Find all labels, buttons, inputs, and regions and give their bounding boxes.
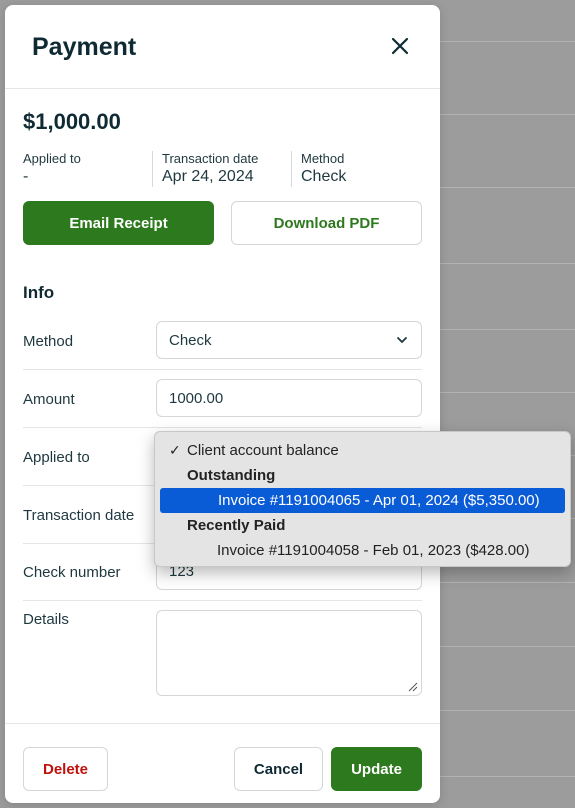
amount-input[interactable]: 1000.00	[156, 379, 422, 417]
modal-footer: Delete Cancel Update	[5, 723, 440, 803]
chevron-down-icon	[397, 337, 407, 343]
resize-grip-icon[interactable]	[408, 682, 418, 692]
email-receipt-button[interactable]: Email Receipt	[23, 201, 214, 245]
details-row: Details	[23, 601, 422, 701]
close-icon	[391, 37, 409, 55]
payment-amount: $1,000.00	[23, 109, 121, 134]
applied-to-dropdown-menu: ✓ Client account balance Outstanding Inv…	[154, 431, 571, 567]
method-select[interactable]: Check	[156, 321, 422, 359]
payment-modal: Payment $1,000.00 Applied to - Transacti…	[5, 5, 440, 803]
amount-row: Amount 1000.00	[23, 370, 422, 428]
download-pdf-button[interactable]: Download PDF	[231, 201, 422, 245]
modal-title: Payment	[32, 33, 137, 61]
method-row: Method Check	[23, 313, 422, 370]
dropdown-option-invoice-paid[interactable]: Invoice #1191004058 - Feb 01, 2023 ($428…	[159, 538, 566, 563]
dropdown-option-invoice-outstanding[interactable]: Invoice #1191004065 - Apr 01, 2024 ($5,3…	[160, 488, 565, 513]
update-button[interactable]: Update	[331, 747, 422, 791]
dropdown-option-client-balance[interactable]: ✓ Client account balance	[159, 438, 566, 463]
modal-header: Payment	[5, 5, 440, 89]
summary-applied-to: Applied to -	[23, 151, 81, 185]
payment-summary: Applied to - Transaction date Apr 24, 20…	[23, 151, 356, 187]
close-button[interactable]	[389, 35, 411, 57]
checkmark-icon: ✓	[169, 442, 181, 458]
details-textarea[interactable]	[156, 610, 422, 696]
summary-method: Method Check	[291, 151, 356, 187]
dropdown-group-outstanding: Outstanding	[187, 467, 276, 484]
summary-transaction-date: Transaction date Apr 24, 2024	[152, 151, 291, 187]
cancel-button[interactable]: Cancel	[234, 747, 323, 791]
info-section-title: Info	[23, 283, 55, 302]
delete-button[interactable]: Delete	[23, 747, 108, 791]
background-page	[435, 0, 575, 808]
dropdown-group-recently-paid: Recently Paid	[187, 517, 286, 534]
